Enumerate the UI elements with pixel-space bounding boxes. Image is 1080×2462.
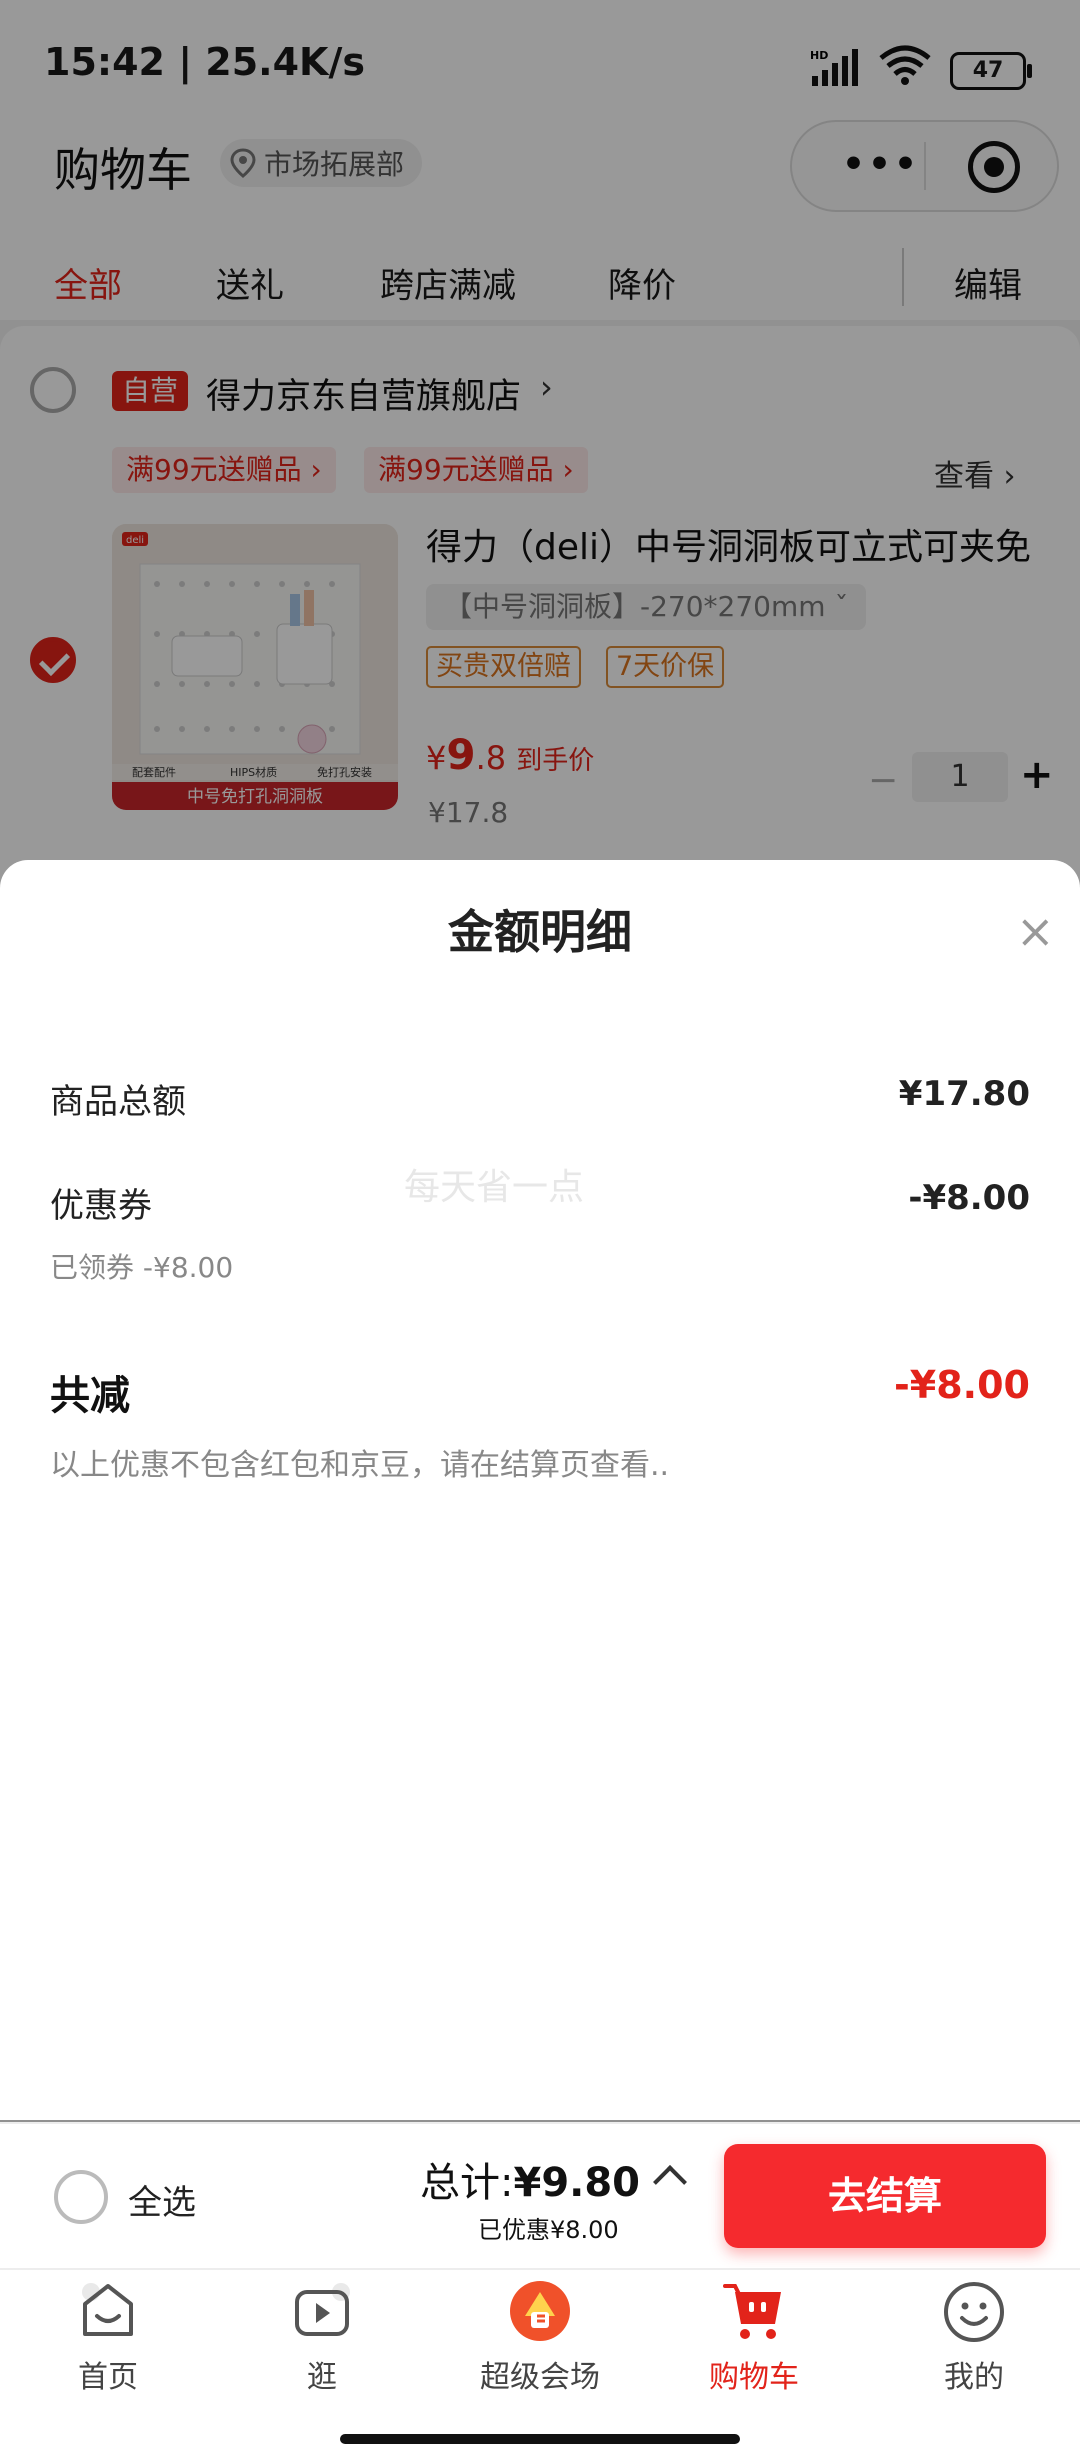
nav-explore[interactable]: 逛 [242, 2278, 402, 2396]
total-reduction-label: 共减 [50, 1373, 130, 1419]
nav-me[interactable]: 我的 [894, 2278, 1054, 2396]
nav-explore-label: 逛 [307, 2360, 337, 2395]
total-sum: 总计:¥9.80 [420, 2150, 640, 2208]
gesture-home-bar[interactable] [340, 2434, 740, 2444]
total-prefix: 总计: [420, 2160, 514, 2206]
nav-home[interactable]: 首页 [28, 2278, 188, 2396]
sheet-title: 金额明细 [448, 905, 632, 959]
watermark-text: 每天省一点 [404, 1167, 585, 1208]
discount-note: 以上优惠不包含红包和京豆，请在结算页查看.. [50, 1448, 670, 1483]
profile-smile-icon [944, 2282, 1004, 2342]
close-icon[interactable]: × [1016, 904, 1055, 958]
amount-detail-sheet [0, 860, 1080, 2120]
home-icon [82, 2283, 133, 2336]
coupon-claimed: 已领券 -¥8.00 [50, 1251, 234, 1284]
total-amount: ¥9.80 [513, 2160, 641, 2206]
nav-cart-label: 购物车 [709, 2360, 799, 2395]
select-all-radio[interactable] [54, 2170, 108, 2224]
nav-home-label: 首页 [78, 2360, 138, 2395]
nav-super-venue-label: 超级会场 [480, 2360, 600, 2395]
total-reduction-value: -¥8.00 [894, 1363, 1030, 1407]
nav-cart[interactable]: 购物车 [674, 2278, 834, 2396]
select-all-label[interactable]: 全选 [128, 2175, 196, 2224]
goods-total-label: 商品总额 [50, 1082, 186, 1122]
nav-me-label: 我的 [944, 2360, 1004, 2395]
checkout-button[interactable]: 去结算 [724, 2144, 1046, 2248]
coupon-label: 优惠券 [50, 1186, 152, 1226]
goods-total-value: ¥17.80 [898, 1074, 1030, 1114]
cart-icon [723, 2284, 781, 2339]
super-venue-icon [510, 2281, 570, 2341]
discount-summary: 已优惠¥8.00 [478, 2216, 619, 2244]
nav-super-venue[interactable]: 超级会场 [460, 2278, 620, 2396]
coupon-value: -¥8.00 [908, 1178, 1030, 1218]
video-play-icon [295, 2283, 350, 2336]
